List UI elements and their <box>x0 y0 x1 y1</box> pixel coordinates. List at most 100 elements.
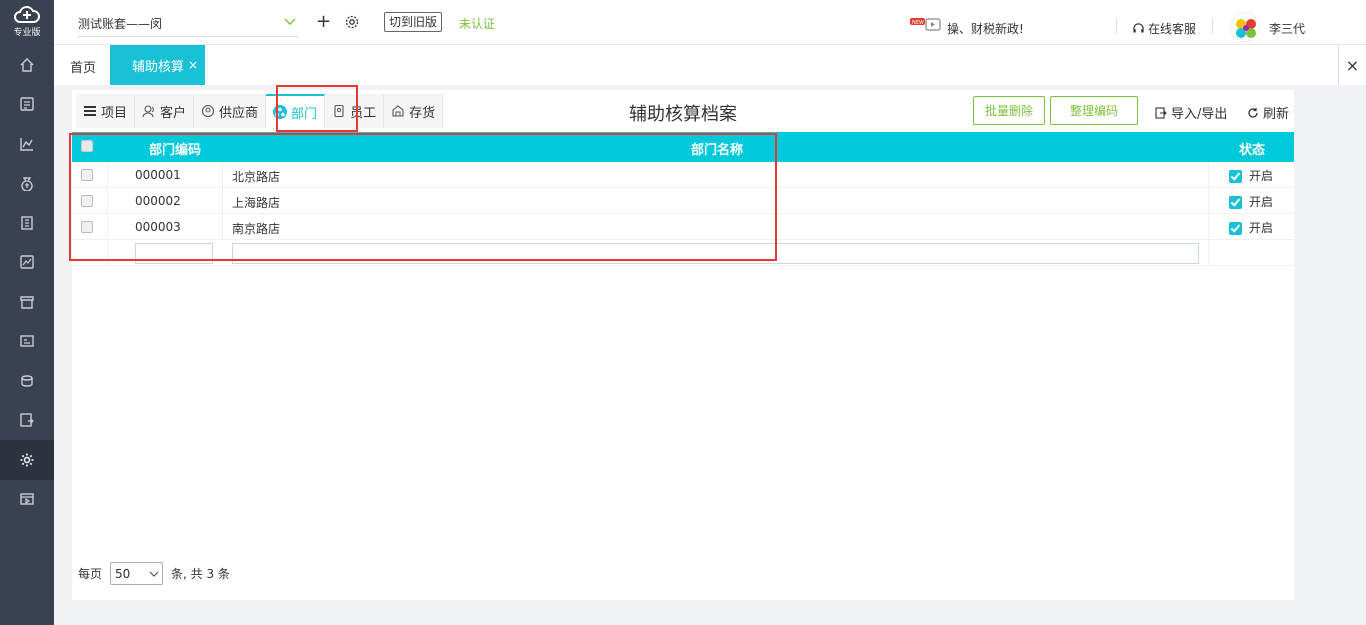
verify-status[interactable]: 未认证 <box>459 15 495 32</box>
home-icon <box>20 57 34 72</box>
import-export-label: 导入/导出 <box>1171 107 1228 122</box>
inventory-icon <box>392 105 404 117</box>
table-row[interactable]: 000003 南京路店 开启 <box>72 214 1294 240</box>
news-ticker[interactable]: 操、财税新政! <box>947 20 1024 37</box>
table-row[interactable]: 000001 北京路店 开启 <box>72 162 1294 188</box>
row-code: 000001 <box>135 168 181 182</box>
add-account-button[interactable]: + <box>316 12 331 32</box>
category-label: 员工 <box>350 105 377 121</box>
row-checkbox[interactable] <box>81 169 93 181</box>
new-name-input[interactable] <box>232 243 1199 264</box>
svg-text:NEW: NEW <box>912 20 924 26</box>
category-tab-inventory[interactable]: 存货 <box>384 94 444 128</box>
divider <box>1208 214 1209 240</box>
invoice-icon <box>20 296 34 309</box>
customer-icon <box>142 105 154 118</box>
header-status[interactable]: 状态 <box>1239 139 1265 158</box>
category-tab-employee[interactable]: 员工 <box>325 94 385 128</box>
sidebar-item-settings[interactable] <box>0 440 54 480</box>
row-name: 上海路店 <box>232 196 281 210</box>
tax-icon <box>21 375 33 387</box>
status-label: 开启 <box>1249 169 1274 183</box>
page-size-select[interactable]: 50 <box>110 562 164 585</box>
sidebar-item-invoice[interactable] <box>0 282 54 322</box>
switch-old-version-button[interactable]: 切到旧版 <box>384 12 443 32</box>
export-icon <box>20 413 34 427</box>
money-bag-icon <box>21 177 33 192</box>
sidebar-item-analysis[interactable] <box>0 243 54 283</box>
category-tab-department[interactable]: 部门 <box>266 94 326 128</box>
status-checkbox[interactable] <box>1229 222 1242 235</box>
main-panel: 项目 客户 供应商 部门 员工 存货 辅助核算档案 批量删除 整理编码 导入/导… <box>69 85 1294 600</box>
row-checkbox[interactable] <box>81 221 93 233</box>
divider <box>222 188 223 214</box>
sidebar-item-media[interactable] <box>0 480 54 520</box>
asset-icon <box>20 335 34 347</box>
account-select[interactable]: 测试账套——闵 <box>78 11 298 37</box>
user-name[interactable]: 李三代 <box>1269 20 1305 37</box>
divider <box>107 214 108 240</box>
select-all-checkbox[interactable] <box>81 140 93 152</box>
category-tab-customer[interactable]: 客户 <box>135 94 195 128</box>
status-checkbox[interactable] <box>1229 170 1242 183</box>
tab-auxiliary-accounting[interactable]: 辅助核算 × <box>110 45 205 85</box>
divider <box>1208 162 1209 188</box>
sidebar-item-funds[interactable] <box>0 164 54 204</box>
import-export-button[interactable]: 导入/导出 <box>1155 103 1227 122</box>
news-video-icon: NEW <box>910 18 941 31</box>
account-name: 测试账套——闵 <box>78 17 163 31</box>
row-code: 000003 <box>135 220 181 234</box>
table-row[interactable]: 000002 上海路店 开启 <box>72 188 1294 214</box>
category-label: 项目 <box>101 105 128 121</box>
sidebar-item-home[interactable] <box>0 45 54 85</box>
category-label: 供应商 <box>219 105 259 121</box>
table-header: 部门编码 部门名称 状态 <box>72 132 1294 162</box>
supplier-icon <box>201 104 215 118</box>
online-service-link[interactable]: 在线客服 <box>1132 20 1196 37</box>
divider <box>222 214 223 240</box>
cloud-logo-icon <box>14 6 40 24</box>
category-tab-project[interactable]: 项目 <box>76 94 136 128</box>
close-tab-icon[interactable]: × <box>188 58 198 72</box>
row-checkbox[interactable] <box>81 195 93 207</box>
category-tab-supplier[interactable]: 供应商 <box>194 94 267 128</box>
report-chart-icon <box>20 137 33 151</box>
close-all-tabs-icon[interactable]: × <box>1338 45 1366 85</box>
logo-text: 专业版 <box>13 28 41 38</box>
refresh-button[interactable]: 刷新 <box>1247 103 1289 122</box>
reorder-code-button[interactable]: 整理编码 <box>1050 96 1138 125</box>
list-icon <box>84 106 96 116</box>
sidebar-item-report[interactable] <box>0 124 54 164</box>
analysis-icon <box>20 255 34 269</box>
divider <box>1116 18 1117 34</box>
app-logo[interactable]: 专业版 <box>0 0 54 44</box>
tab-label: 辅助核算 <box>132 59 185 75</box>
header-code[interactable]: 部门编码 <box>149 139 201 158</box>
sidebar: 专业版 <box>0 0 54 625</box>
sidebar-item-export[interactable] <box>0 401 54 441</box>
category-label: 客户 <box>160 105 187 121</box>
divider <box>1212 18 1213 34</box>
ledger-icon <box>21 216 33 230</box>
sidebar-item-ledger[interactable] <box>0 203 54 243</box>
status-checkbox[interactable] <box>1229 196 1242 209</box>
category-tabs: 项目 客户 供应商 部门 员工 存货 <box>76 94 444 128</box>
tab-home[interactable]: 首页 <box>70 57 96 76</box>
new-row <box>72 240 1294 266</box>
avatar[interactable] <box>1230 12 1260 42</box>
new-code-input[interactable] <box>135 243 213 264</box>
divider <box>222 162 223 188</box>
account-settings-icon[interactable] <box>344 14 360 30</box>
sidebar-item-voucher[interactable] <box>0 85 54 125</box>
service-label: 在线客服 <box>1148 22 1197 36</box>
category-label: 部门 <box>291 106 318 122</box>
header-name[interactable]: 部门名称 <box>691 139 743 158</box>
status-label: 开启 <box>1249 221 1274 235</box>
batch-delete-button[interactable]: 批量删除 <box>973 96 1045 125</box>
page-title: 辅助核算档案 <box>629 104 737 125</box>
tab-bar: 首页 辅助核算 × × <box>54 45 1366 85</box>
sidebar-item-asset[interactable] <box>0 322 54 362</box>
per-page-label: 每页 <box>78 567 103 581</box>
row-name: 南京路店 <box>232 222 281 236</box>
sidebar-item-tax[interactable] <box>0 361 54 401</box>
